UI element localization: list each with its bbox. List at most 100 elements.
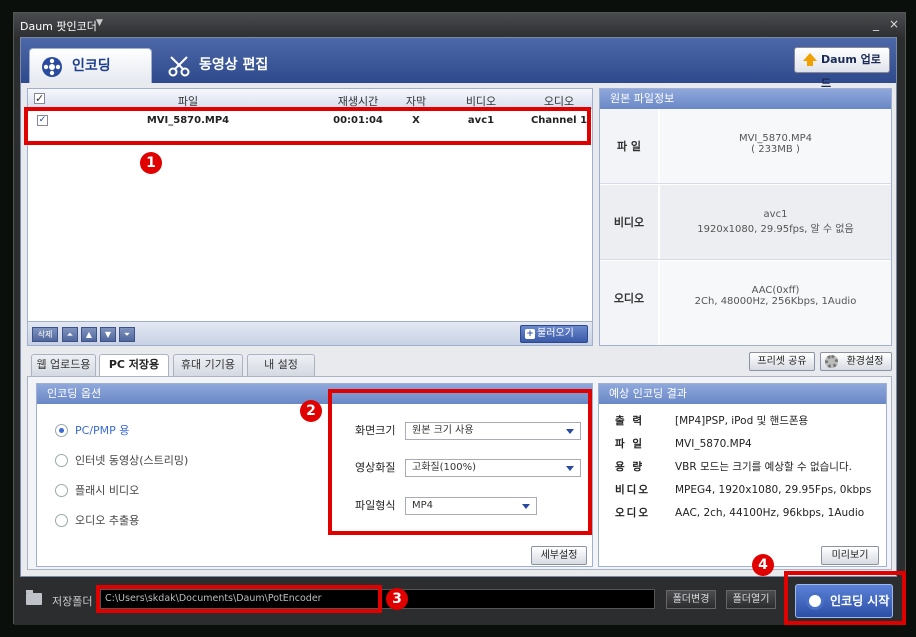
radio-flash[interactable]: 플래시 비디오 — [55, 484, 139, 498]
row-duration: 00:01:04 — [333, 115, 383, 126]
move-bottom-icon[interactable]: ⏷ — [119, 327, 135, 342]
daum-upload-button[interactable]: Daum 업로드 — [794, 47, 890, 90]
col-file[interactable]: 파일 — [48, 93, 328, 109]
col-duration[interactable]: 재생시간 — [328, 93, 388, 109]
expected-audio-key: 오디오 — [615, 507, 650, 519]
expected-output-key: 출 력 — [615, 415, 644, 427]
screen-size-value: 원본 크기 사용 — [412, 425, 474, 436]
env-settings-button[interactable]: 환경설정 — [820, 352, 892, 371]
row-file-name: MVI_5870.MP4 — [146, 115, 230, 126]
expected-result-title: 예상 인코딩 결과 — [599, 384, 886, 404]
source-file-size: ( 233MB ) — [751, 144, 800, 155]
expected-video-value: MPEG4, 1920x1080, 29.95Fps, 0kbps — [675, 484, 872, 496]
file-format-value: MP4 — [412, 500, 434, 511]
client-area: 인코딩 동영상 편집 Daum 업로드 ✓ 파일 재생시간 자막 비디오 오디오… — [20, 37, 897, 577]
window-title: Daum 팟인코더 — [20, 20, 97, 33]
save-folder-label: 저장폴더 — [52, 595, 93, 608]
main-tab-bar: 인코딩 동영상 편집 Daum 업로드 — [21, 38, 896, 90]
screen-size-select[interactable]: 원본 크기 사용 — [405, 422, 581, 440]
title-dropdown-icon[interactable]: ▼ — [96, 18, 103, 28]
radio-dot — [55, 454, 68, 467]
open-folder-button[interactable]: 폴더열기 — [726, 590, 776, 609]
start-encoding-button[interactable]: 인코딩 시작 — [795, 584, 893, 618]
file-list-header: ✓ 파일 재생시간 자막 비디오 오디오 — [28, 89, 592, 109]
source-video-value: avc1 1920x1080, 29.95fps, 알 수 없음 — [660, 185, 891, 259]
col-audio[interactable]: 오디오 — [524, 93, 594, 109]
annotation-badge-3: 3 — [386, 588, 408, 610]
tab-video-edit-label: 동영상 편집 — [199, 57, 269, 73]
tab-encoding[interactable]: 인코딩 — [29, 48, 152, 83]
row-checkbox[interactable]: ✓ — [37, 115, 48, 126]
preset-share-button[interactable]: 프리셋 공유 — [749, 352, 815, 371]
move-up-icon[interactable]: ▲ — [81, 327, 97, 342]
video-quality-select[interactable]: 고화질(100%) — [405, 459, 581, 477]
chevron-down-icon — [522, 504, 530, 509]
radio-audio-extract-label: 오디오 추출용 — [75, 514, 140, 527]
tab-my-settings[interactable]: 내 설정 — [247, 354, 315, 376]
preview-button[interactable]: 미리보기 — [821, 546, 879, 565]
tab-pc-storage[interactable]: PC 저장용 — [99, 354, 169, 377]
close-button[interactable]: × — [887, 17, 901, 31]
delete-button[interactable]: 삭제 — [32, 327, 58, 342]
file-list-footer: 삭제 ⏶ ▲ ▼ ⏷ + 불러오기 — [28, 321, 592, 345]
source-audio-row: 오디오 AAC(0xff) 2Ch, 48000Hz, 256Kbps, 1Au… — [600, 261, 891, 345]
minimize-button[interactable]: _ — [869, 17, 883, 31]
daum-upload-label: Daum 업로드 — [821, 53, 881, 90]
screen-size-label: 화면크기 — [355, 424, 396, 437]
save-path-field[interactable]: C:\Users\skdak\Documents\Daum\PotEncoder — [100, 589, 655, 609]
radio-streaming-label: 인터넷 동영상(스트리밍) — [75, 454, 189, 467]
radio-audio-extract[interactable]: 오디오 추출용 — [55, 514, 139, 528]
select-all-checkbox[interactable]: ✓ — [34, 93, 45, 104]
upload-arrow-stem — [807, 60, 813, 66]
source-info-panel: 원본 파일정보 파 일 MVI_5870.MP4 ( 233MB ) 비디오 a… — [599, 88, 892, 346]
radio-flash-label: 플래시 비디오 — [75, 484, 140, 497]
source-video-label: 비디오 — [600, 185, 658, 259]
detail-settings-button[interactable]: 세부설정 — [531, 546, 587, 565]
gear-icon — [825, 355, 838, 368]
load-button[interactable]: + 불러오기 — [520, 325, 588, 343]
film-reel-icon — [806, 592, 824, 610]
source-file-row: 파 일 MVI_5870.MP4 ( 233MB ) — [600, 109, 891, 184]
tab-mobile[interactable]: 휴대 기기용 — [173, 354, 243, 376]
radio-dot — [55, 484, 68, 497]
film-reel-icon — [42, 57, 62, 77]
radio-dot-selected — [55, 424, 68, 437]
radio-dot — [55, 514, 68, 527]
folder-icon — [26, 590, 42, 605]
plus-icon: + — [525, 329, 535, 339]
expected-size-value: VBR 모드는 크기를 예상할 수 없습니다. — [675, 461, 852, 473]
expected-file-value: MVI_5870.MP4 — [675, 438, 752, 450]
row-video: avc1 — [467, 115, 495, 126]
table-row[interactable]: ✓ MVI_5870.MP4 00:01:04 X avc1 Channel 1 — [28, 111, 592, 131]
title-bar: Daum 팟인코더 ▼ _ × — [14, 13, 905, 37]
move-down-icon[interactable]: ▼ — [100, 327, 116, 342]
radio-pc-pmp[interactable]: PC/PMP 용 — [55, 424, 129, 438]
expected-audio-value: AAC, 2ch, 44100Hz, 96kbps, 1Audio — [675, 507, 865, 519]
expected-file-key: 파 일 — [615, 438, 644, 450]
settings-area: 인코딩 옵션 PC/PMP 용 인터넷 동영상(스트리밍) 플래시 비디오 오디… — [27, 376, 892, 570]
file-format-select[interactable]: MP4 — [405, 497, 537, 515]
radio-streaming[interactable]: 인터넷 동영상(스트리밍) — [55, 454, 188, 468]
tab-web-upload[interactable]: 웹 업로드용 — [31, 354, 96, 376]
expected-video-key: 비디오 — [615, 484, 650, 496]
file-list-panel: ✓ 파일 재생시간 자막 비디오 오디오 ✓ MVI_5870.MP4 00:0… — [27, 88, 593, 346]
move-top-icon[interactable]: ⏶ — [62, 327, 78, 342]
annotation-badge-1: 1 — [140, 152, 162, 174]
source-video-row: 비디오 avc1 1920x1080, 29.95fps, 알 수 없음 — [600, 185, 891, 260]
source-video-detail: 1920x1080, 29.95fps, 알 수 없음 — [697, 224, 854, 235]
col-video[interactable]: 비디오 — [446, 93, 516, 109]
row-audio: Channel 1 — [530, 115, 588, 126]
source-audio-value: AAC(0xff) 2Ch, 48000Hz, 256Kbps, 1Audio — [660, 261, 891, 345]
expected-output-value: [MP4]PSP, iPod 및 핸드폰용 — [675, 415, 809, 427]
change-folder-button[interactable]: 폴더변경 — [666, 590, 716, 609]
source-audio-label: 오디오 — [600, 261, 658, 345]
tab-encoding-label: 인코딩 — [72, 58, 111, 74]
expected-result-panel: 예상 인코딩 결과 출 력 [MP4]PSP, iPod 및 핸드폰용 파 일 … — [598, 383, 887, 567]
source-video-codec: avc1 — [763, 209, 788, 220]
chevron-down-icon — [566, 429, 574, 434]
file-format-label: 파일형식 — [355, 499, 396, 512]
source-file-value: MVI_5870.MP4 ( 233MB ) — [660, 109, 891, 183]
bottom-bar: 저장폴더 C:\Users\skdak\Documents\Daum\PotEn… — [14, 579, 905, 625]
col-subtitle[interactable]: 자막 — [396, 93, 436, 109]
tab-video-edit[interactable]: 동영상 편집 — [157, 48, 277, 83]
